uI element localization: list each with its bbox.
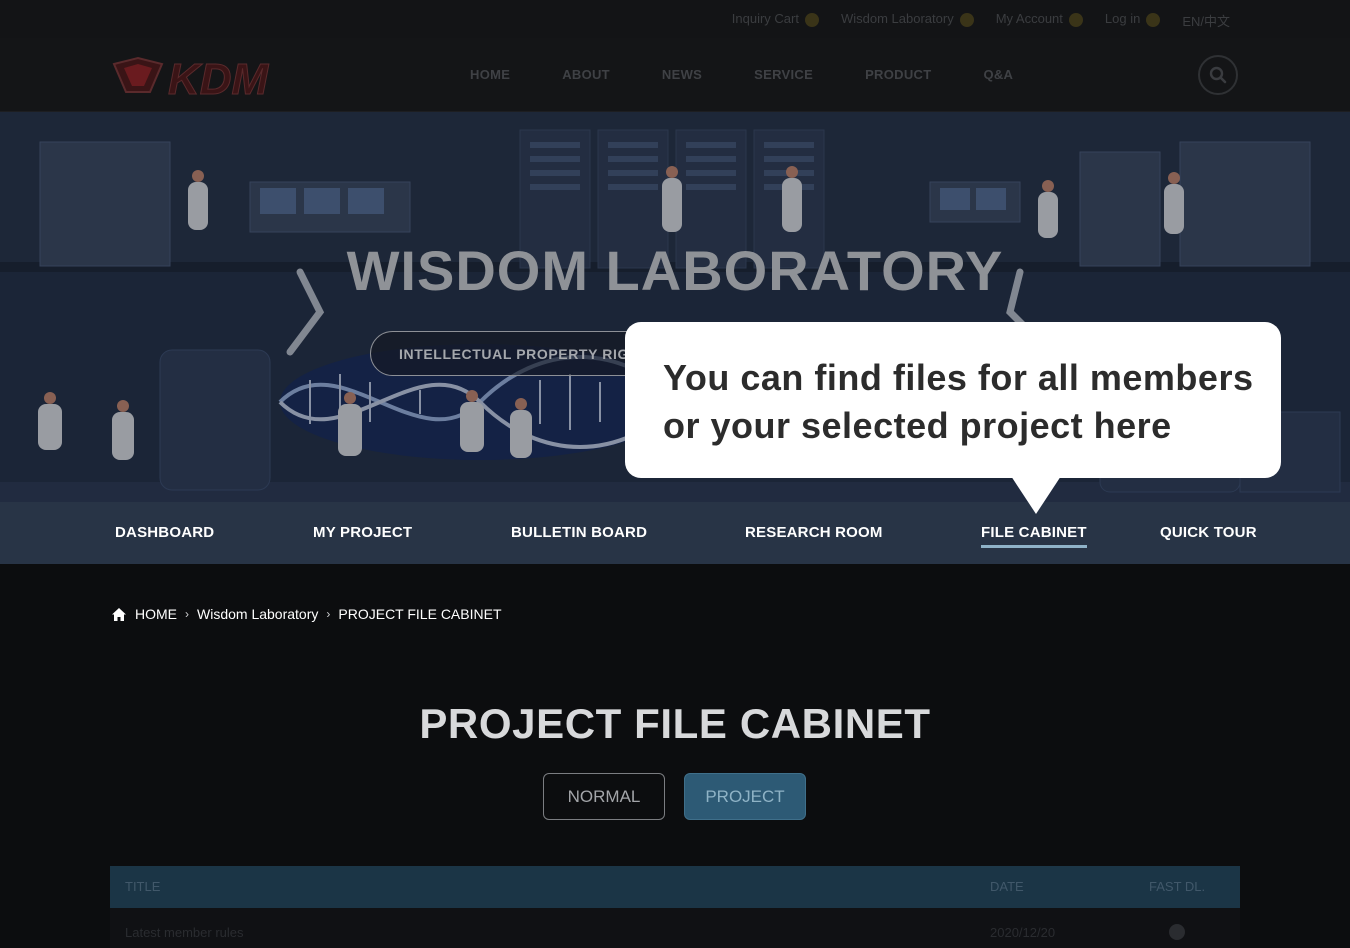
main-header: KDM HOME ABOUT NEWS SERVICE PRODUCT Q&A	[0, 38, 1350, 112]
column-date: DATE	[990, 879, 1024, 894]
hero-title: WISDOM LABORATORY	[346, 239, 1004, 302]
language-link[interactable]: EN/中文	[1182, 11, 1230, 30]
chevron-right-icon: ›	[326, 607, 331, 621]
my-account-link[interactable]: My Account	[996, 11, 1083, 30]
file-table: TITLE DATE FAST DL. Latest member rules …	[110, 866, 1240, 948]
search-icon	[1209, 66, 1227, 84]
download-icon[interactable]	[1169, 924, 1185, 940]
top-utility-bar: Inquiry Cart Wisdom Laboratory My Accoun…	[0, 0, 1350, 38]
globe-icon	[1146, 12, 1161, 27]
table-row[interactable]: Latest member rules 2020/12/20	[110, 908, 1240, 948]
column-title: TITLE	[125, 879, 161, 894]
tab-my-project[interactable]: MY PROJECT	[313, 524, 412, 541]
nav-about[interactable]: ABOUT	[562, 67, 610, 82]
row-title[interactable]: Latest member rules	[125, 925, 244, 940]
nav-qa[interactable]: Q&A	[983, 67, 1013, 82]
tab-quick-tour[interactable]: QUICK TOUR	[1160, 524, 1257, 541]
tooltip-text: You can find files for all members or yo…	[663, 357, 1254, 446]
page: Inquiry Cart Wisdom Laboratory My Accoun…	[0, 0, 1350, 948]
login-label: Log in	[1104, 11, 1141, 26]
tab-bulletin-board[interactable]: BULLETIN BOARD	[511, 524, 647, 541]
account-icon	[1068, 12, 1083, 27]
wisdom-laboratory-label: Wisdom Laboratory	[840, 11, 954, 26]
lab-icon	[959, 12, 974, 27]
logo-wordmark: KDM	[168, 55, 270, 100]
breadcrumb-current: PROJECT FILE CABINET	[338, 606, 502, 622]
nav-news[interactable]: NEWS	[662, 67, 702, 82]
tab-dashboard[interactable]: DASHBOARD	[115, 524, 214, 541]
wisdom-laboratory-link[interactable]: Wisdom Laboratory	[841, 11, 974, 30]
my-account-label: My Account	[995, 11, 1063, 26]
page-title: PROJECT FILE CABINET	[419, 700, 931, 747]
column-fast-dl: FAST DL.	[1149, 879, 1206, 894]
lab-nav: DASHBOARD MY PROJECT BULLETIN BOARD RESE…	[0, 502, 1350, 564]
row-date: 2020/12/20	[990, 925, 1056, 940]
nav-home[interactable]: HOME	[470, 67, 510, 82]
home-icon	[112, 607, 126, 621]
cart-icon	[804, 12, 819, 27]
project-tab-button[interactable]: PROJECT	[684, 773, 806, 820]
nav-product[interactable]: PRODUCT	[865, 67, 931, 82]
nav-service[interactable]: SERVICE	[754, 67, 813, 82]
login-link[interactable]: Log in	[1104, 11, 1161, 30]
search-button[interactable]	[1198, 55, 1238, 95]
tab-file-cabinet[interactable]: FILE CABINET	[981, 524, 1087, 548]
breadcrumb: HOME › Wisdom Laboratory › PROJECT FILE …	[111, 606, 502, 622]
normal-tab-button[interactable]: NORMAL	[543, 773, 665, 820]
tab-research-room[interactable]: RESEARCH ROOM	[745, 524, 883, 541]
top-links: Inquiry Cart Wisdom Laboratory My Accoun…	[732, 11, 1230, 30]
inquiry-cart-link[interactable]: Inquiry Cart	[732, 11, 819, 30]
main-nav: HOME ABOUT NEWS SERVICE PRODUCT Q&A	[470, 67, 1065, 82]
breadcrumb-wisdom-laboratory[interactable]: Wisdom Laboratory	[197, 606, 318, 622]
tour-tooltip: You can find files for all members or yo…	[625, 322, 1281, 478]
inquiry-cart-label: Inquiry Cart	[731, 11, 799, 26]
kdm-logo[interactable]: KDM	[110, 54, 340, 100]
tooltip-pointer	[1011, 476, 1061, 514]
breadcrumb-home[interactable]: HOME	[135, 606, 177, 622]
table-header: TITLE DATE FAST DL.	[110, 866, 1240, 908]
hero-subtitle: INTELLECTUAL PROPERTY RIG	[399, 346, 629, 362]
chevron-right-icon: ›	[185, 607, 189, 621]
